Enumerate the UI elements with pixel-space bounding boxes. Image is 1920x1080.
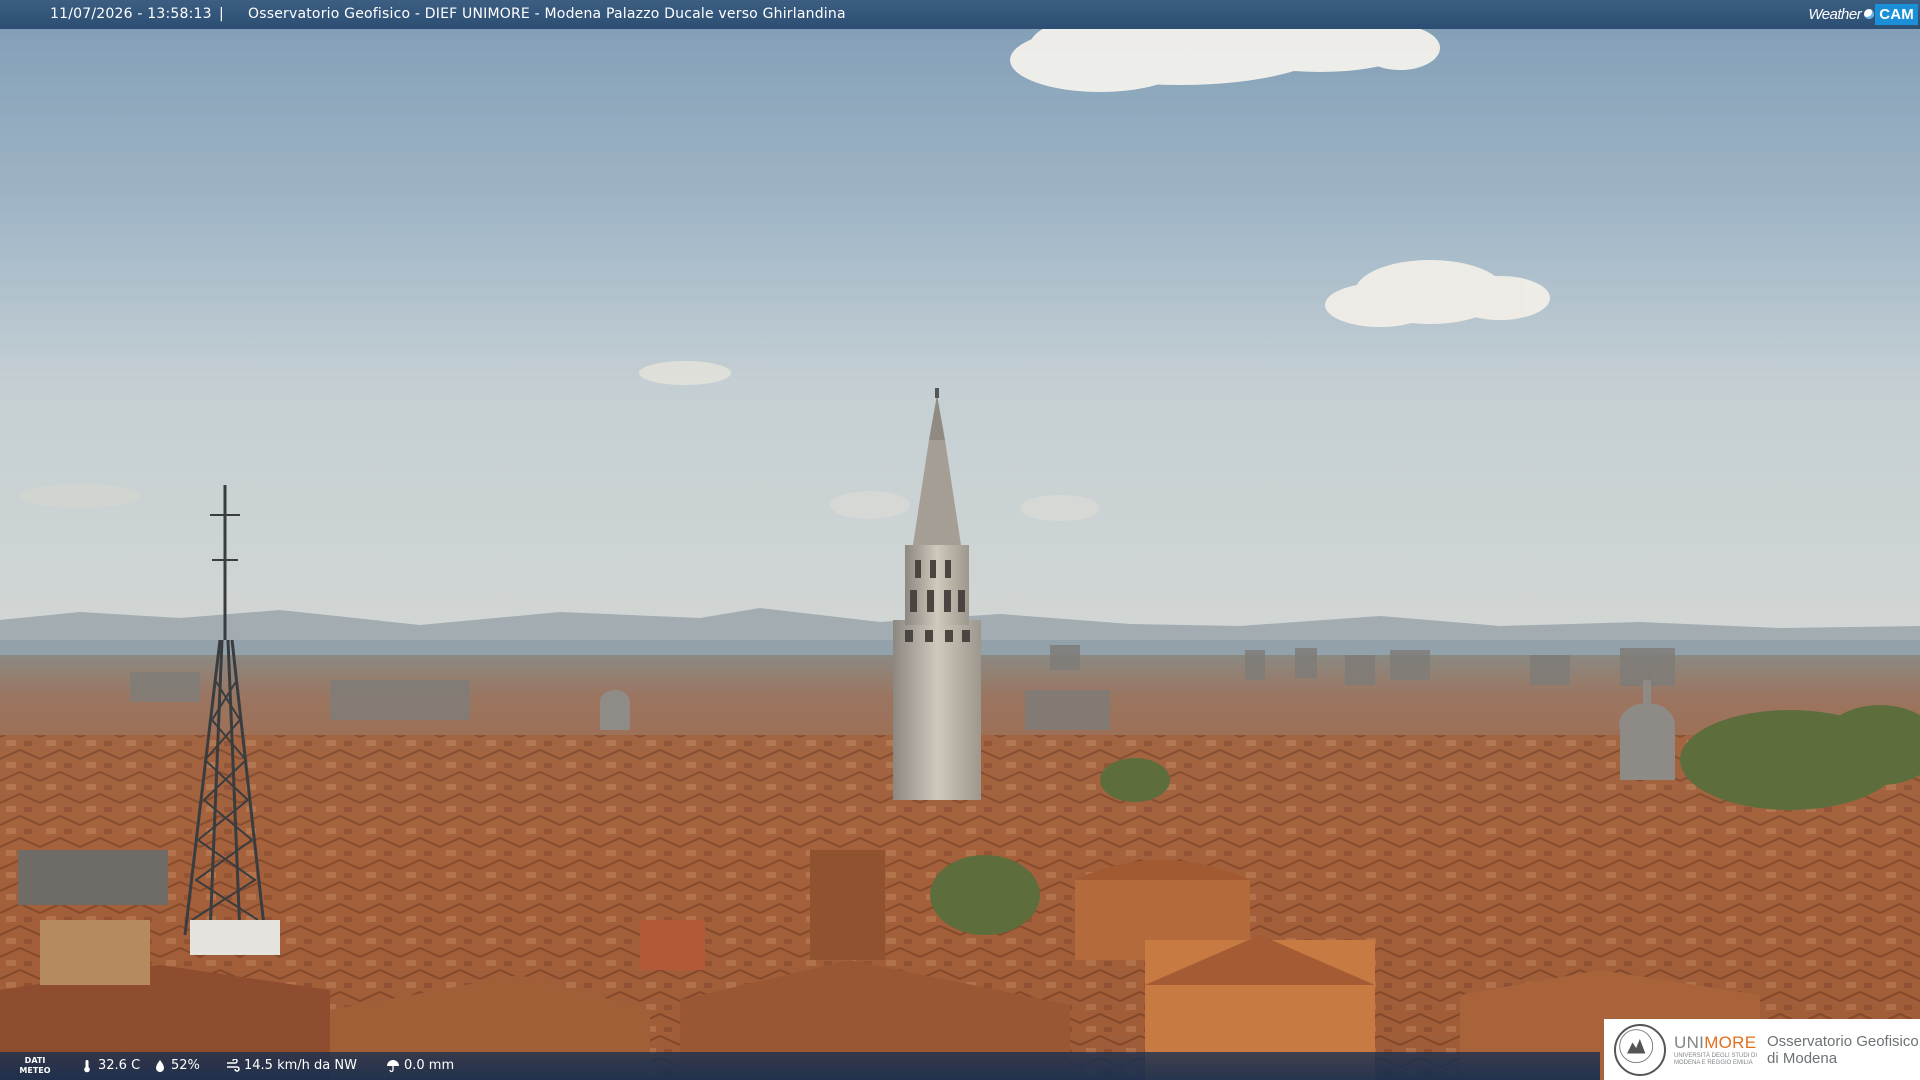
weathercam-dot-icon	[1864, 9, 1875, 19]
cloud	[20, 484, 140, 508]
webcam-frame: 11/07/2026 - 13:58:13 | Osservatorio Geo…	[0, 0, 1920, 1080]
unimore-wordmark: UNIMORE UNIVERSITÀ DEGLI STUDI DI MODENA…	[1674, 1033, 1757, 1067]
cloud	[830, 491, 910, 519]
umbrella-icon	[387, 1059, 399, 1072]
camera-title: Osservatorio Geofisico - DIEF UNIMORE - …	[248, 6, 846, 22]
rain-value: 0.0 mm	[404, 1058, 455, 1073]
humidity-reading: 52%	[153, 1058, 200, 1073]
cloud	[639, 361, 731, 385]
wind-icon	[227, 1058, 240, 1072]
wind-reading: 14.5 km/h da NW	[226, 1058, 357, 1073]
temperature-value: 32.6 C	[98, 1058, 141, 1073]
humidity-value: 52%	[171, 1058, 200, 1073]
meteo-label: DATI METEO	[16, 1056, 54, 1076]
university-seal-icon	[1614, 1023, 1666, 1076]
unimore-logo-box: UNIMORE UNIVERSITÀ DEGLI STUDI DI MODENA…	[1604, 1019, 1920, 1080]
unimore-suffix: MORE	[1704, 1032, 1757, 1052]
meteo-bar: DATI METEO 32.6 C 52% 14.5 km/h da NW 0.…	[0, 1052, 1600, 1080]
humidity-drop-icon	[156, 1059, 164, 1072]
unimore-subtitle-line2: MODENA E REGGIO EMILIA	[1674, 1059, 1753, 1066]
meteo-label-line1: DATI	[24, 1056, 46, 1065]
wind-value: 14.5 km/h da NW	[244, 1058, 357, 1073]
thermometer-icon	[84, 1059, 90, 1072]
webcam-image	[0, 0, 1920, 1080]
observatory-name: Osservatorio Geofisico di Modena	[1767, 1033, 1919, 1067]
meteo-label-line2: METEO	[19, 1066, 51, 1075]
temperature-reading: 32.6 C	[80, 1058, 140, 1073]
timestamp: 11/07/2026 - 13:58:13	[50, 6, 212, 22]
header-separator: |	[219, 6, 224, 22]
cloud	[1020, 495, 1100, 521]
unimore-prefix: UNI	[1674, 1032, 1705, 1052]
unimore-subtitle-line1: UNIVERSITÀ DEGLI STUDI DI	[1674, 1052, 1758, 1059]
observatory-line2: di Modena	[1767, 1049, 1838, 1067]
observatory-line1: Osservatorio Geofisico	[1767, 1032, 1919, 1050]
rain-reading: 0.0 mm	[386, 1058, 454, 1073]
weathercam-weather-text: Weather	[1808, 5, 1862, 23]
weathercam-logo: Weather CAM	[1806, 2, 1918, 26]
weathercam-cam-text: CAM	[1875, 3, 1918, 25]
header-bar: 11/07/2026 - 13:58:13 | Osservatorio Geo…	[0, 0, 1920, 29]
unimore-name: UNIMORE	[1674, 1033, 1757, 1053]
